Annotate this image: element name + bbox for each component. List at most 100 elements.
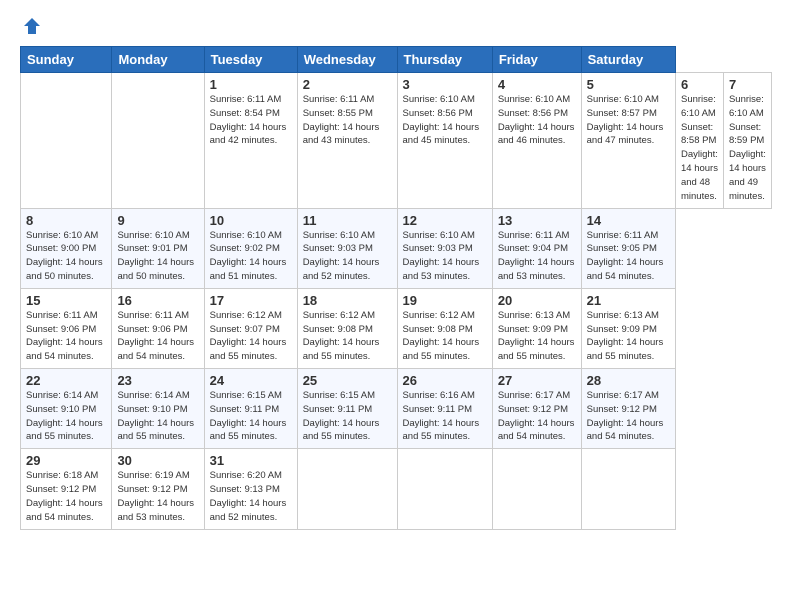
day-number: 20 xyxy=(498,293,576,308)
day-info: Sunrise: 6:13 AMSunset: 9:09 PMDaylight:… xyxy=(498,310,575,362)
calendar-cell: 27 Sunrise: 6:17 AMSunset: 9:12 PMDaylig… xyxy=(492,369,581,449)
calendar-table: SundayMondayTuesdayWednesdayThursdayFrid… xyxy=(20,46,772,530)
calendar-cell: 22 Sunrise: 6:14 AMSunset: 9:10 PMDaylig… xyxy=(21,369,112,449)
day-number: 2 xyxy=(303,77,392,92)
day-number: 30 xyxy=(117,453,198,468)
calendar-header-sunday: Sunday xyxy=(21,47,112,73)
day-number: 28 xyxy=(587,373,670,388)
day-number: 27 xyxy=(498,373,576,388)
calendar-week-row: 1 Sunrise: 6:11 AMSunset: 8:54 PMDayligh… xyxy=(21,73,772,209)
calendar-cell: 28 Sunrise: 6:17 AMSunset: 9:12 PMDaylig… xyxy=(581,369,675,449)
calendar-header-thursday: Thursday xyxy=(397,47,492,73)
day-number: 12 xyxy=(403,213,487,228)
calendar-cell: 19 Sunrise: 6:12 AMSunset: 9:08 PMDaylig… xyxy=(397,288,492,368)
day-info: Sunrise: 6:16 AMSunset: 9:11 PMDaylight:… xyxy=(403,390,480,442)
calendar-cell: 6 Sunrise: 6:10 AMSunset: 8:58 PMDayligh… xyxy=(675,73,723,209)
day-number: 16 xyxy=(117,293,198,308)
day-number: 3 xyxy=(403,77,487,92)
day-number: 10 xyxy=(210,213,292,228)
calendar-week-row: 22 Sunrise: 6:14 AMSunset: 9:10 PMDaylig… xyxy=(21,369,772,449)
calendar-cell: 18 Sunrise: 6:12 AMSunset: 9:08 PMDaylig… xyxy=(297,288,397,368)
day-info: Sunrise: 6:11 AMSunset: 9:04 PMDaylight:… xyxy=(498,230,575,282)
day-number: 4 xyxy=(498,77,576,92)
day-info: Sunrise: 6:11 AMSunset: 9:06 PMDaylight:… xyxy=(26,310,103,362)
day-info: Sunrise: 6:10 AMSunset: 9:01 PMDaylight:… xyxy=(117,230,194,282)
calendar-cell: 7 Sunrise: 6:10 AMSunset: 8:59 PMDayligh… xyxy=(723,73,771,209)
day-number: 7 xyxy=(729,77,766,92)
calendar-cell: 9 Sunrise: 6:10 AMSunset: 9:01 PMDayligh… xyxy=(112,208,204,288)
day-number: 13 xyxy=(498,213,576,228)
calendar-cell xyxy=(492,449,581,529)
calendar-cell xyxy=(21,73,112,209)
calendar-cell: 17 Sunrise: 6:12 AMSunset: 9:07 PMDaylig… xyxy=(204,288,297,368)
day-number: 1 xyxy=(210,77,292,92)
day-number: 21 xyxy=(587,293,670,308)
day-info: Sunrise: 6:14 AMSunset: 9:10 PMDaylight:… xyxy=(117,390,194,442)
day-info: Sunrise: 6:11 AMSunset: 9:05 PMDaylight:… xyxy=(587,230,664,282)
calendar-cell: 4 Sunrise: 6:10 AMSunset: 8:56 PMDayligh… xyxy=(492,73,581,209)
calendar-header-row: SundayMondayTuesdayWednesdayThursdayFrid… xyxy=(21,47,772,73)
calendar-cell: 30 Sunrise: 6:19 AMSunset: 9:12 PMDaylig… xyxy=(112,449,204,529)
day-info: Sunrise: 6:12 AMSunset: 9:08 PMDaylight:… xyxy=(403,310,480,362)
day-number: 31 xyxy=(210,453,292,468)
day-info: Sunrise: 6:10 AMSunset: 8:59 PMDaylight:… xyxy=(729,94,766,202)
day-number: 15 xyxy=(26,293,106,308)
calendar-cell: 11 Sunrise: 6:10 AMSunset: 9:03 PMDaylig… xyxy=(297,208,397,288)
calendar-cell: 2 Sunrise: 6:11 AMSunset: 8:55 PMDayligh… xyxy=(297,73,397,209)
day-info: Sunrise: 6:10 AMSunset: 9:02 PMDaylight:… xyxy=(210,230,287,282)
calendar-cell: 21 Sunrise: 6:13 AMSunset: 9:09 PMDaylig… xyxy=(581,288,675,368)
day-info: Sunrise: 6:12 AMSunset: 9:08 PMDaylight:… xyxy=(303,310,380,362)
day-number: 6 xyxy=(681,77,718,92)
day-info: Sunrise: 6:11 AMSunset: 9:06 PMDaylight:… xyxy=(117,310,194,362)
calendar-cell: 8 Sunrise: 6:10 AMSunset: 9:00 PMDayligh… xyxy=(21,208,112,288)
day-info: Sunrise: 6:15 AMSunset: 9:11 PMDaylight:… xyxy=(210,390,287,442)
day-number: 9 xyxy=(117,213,198,228)
day-info: Sunrise: 6:10 AMSunset: 8:56 PMDaylight:… xyxy=(403,94,480,146)
calendar-cell: 5 Sunrise: 6:10 AMSunset: 8:57 PMDayligh… xyxy=(581,73,675,209)
calendar-cell xyxy=(397,449,492,529)
day-number: 19 xyxy=(403,293,487,308)
day-info: Sunrise: 6:13 AMSunset: 9:09 PMDaylight:… xyxy=(587,310,664,362)
page: SundayMondayTuesdayWednesdayThursdayFrid… xyxy=(0,0,792,540)
day-number: 23 xyxy=(117,373,198,388)
calendar-cell: 20 Sunrise: 6:13 AMSunset: 9:09 PMDaylig… xyxy=(492,288,581,368)
calendar-cell: 31 Sunrise: 6:20 AMSunset: 9:13 PMDaylig… xyxy=(204,449,297,529)
calendar-cell xyxy=(297,449,397,529)
calendar-header-wednesday: Wednesday xyxy=(297,47,397,73)
day-info: Sunrise: 6:10 AMSunset: 9:03 PMDaylight:… xyxy=(303,230,380,282)
calendar-cell xyxy=(581,449,675,529)
logo-icon xyxy=(22,16,42,36)
calendar-cell: 25 Sunrise: 6:15 AMSunset: 9:11 PMDaylig… xyxy=(297,369,397,449)
day-info: Sunrise: 6:14 AMSunset: 9:10 PMDaylight:… xyxy=(26,390,103,442)
calendar-cell: 10 Sunrise: 6:10 AMSunset: 9:02 PMDaylig… xyxy=(204,208,297,288)
day-number: 14 xyxy=(587,213,670,228)
day-info: Sunrise: 6:12 AMSunset: 9:07 PMDaylight:… xyxy=(210,310,287,362)
day-info: Sunrise: 6:10 AMSunset: 8:56 PMDaylight:… xyxy=(498,94,575,146)
day-number: 17 xyxy=(210,293,292,308)
day-number: 26 xyxy=(403,373,487,388)
day-info: Sunrise: 6:10 AMSunset: 8:57 PMDaylight:… xyxy=(587,94,664,146)
day-number: 24 xyxy=(210,373,292,388)
calendar-cell: 13 Sunrise: 6:11 AMSunset: 9:04 PMDaylig… xyxy=(492,208,581,288)
day-info: Sunrise: 6:10 AMSunset: 9:03 PMDaylight:… xyxy=(403,230,480,282)
day-info: Sunrise: 6:15 AMSunset: 9:11 PMDaylight:… xyxy=(303,390,380,442)
calendar-cell: 23 Sunrise: 6:14 AMSunset: 9:10 PMDaylig… xyxy=(112,369,204,449)
day-info: Sunrise: 6:11 AMSunset: 8:54 PMDaylight:… xyxy=(210,94,287,146)
day-info: Sunrise: 6:17 AMSunset: 9:12 PMDaylight:… xyxy=(587,390,664,442)
day-info: Sunrise: 6:11 AMSunset: 8:55 PMDaylight:… xyxy=(303,94,380,146)
day-info: Sunrise: 6:18 AMSunset: 9:12 PMDaylight:… xyxy=(26,470,103,522)
calendar-week-row: 15 Sunrise: 6:11 AMSunset: 9:06 PMDaylig… xyxy=(21,288,772,368)
calendar-cell: 12 Sunrise: 6:10 AMSunset: 9:03 PMDaylig… xyxy=(397,208,492,288)
day-info: Sunrise: 6:19 AMSunset: 9:12 PMDaylight:… xyxy=(117,470,194,522)
calendar-cell: 15 Sunrise: 6:11 AMSunset: 9:06 PMDaylig… xyxy=(21,288,112,368)
day-number: 11 xyxy=(303,213,392,228)
day-number: 25 xyxy=(303,373,392,388)
calendar-header-monday: Monday xyxy=(112,47,204,73)
calendar-week-row: 29 Sunrise: 6:18 AMSunset: 9:12 PMDaylig… xyxy=(21,449,772,529)
calendar-cell: 29 Sunrise: 6:18 AMSunset: 9:12 PMDaylig… xyxy=(21,449,112,529)
day-info: Sunrise: 6:20 AMSunset: 9:13 PMDaylight:… xyxy=(210,470,287,522)
calendar-cell: 14 Sunrise: 6:11 AMSunset: 9:05 PMDaylig… xyxy=(581,208,675,288)
day-number: 18 xyxy=(303,293,392,308)
logo xyxy=(20,16,42,36)
calendar-header-friday: Friday xyxy=(492,47,581,73)
